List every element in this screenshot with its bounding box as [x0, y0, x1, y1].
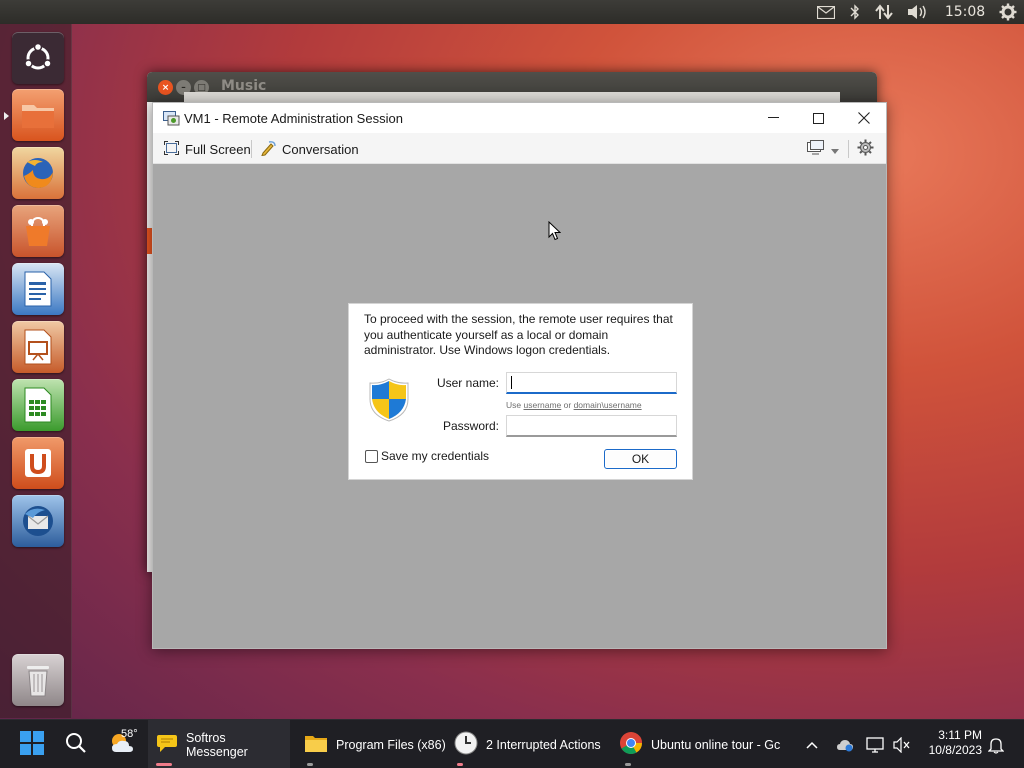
hint-mid: or — [561, 400, 574, 410]
text-caret — [511, 376, 512, 390]
search-icon — [65, 732, 87, 757]
ok-button[interactable]: OK — [604, 449, 677, 469]
username-field[interactable] — [506, 372, 677, 394]
shield-icon — [368, 377, 410, 426]
taskbar-time: 3:11 PM — [938, 728, 982, 742]
mouse-pointer-icon — [548, 220, 562, 245]
ubuntu-launcher — [0, 24, 72, 718]
taskbar-date: 10/8/2023 — [928, 743, 982, 757]
search-button[interactable] — [65, 720, 89, 768]
taskbar-app-interrupted-actions[interactable]: 2 Interrupted Actions — [446, 720, 606, 768]
clock-icon — [454, 731, 478, 758]
running-indicator — [307, 763, 313, 766]
chevron-up-icon — [806, 738, 818, 752]
windows-logo-icon — [20, 731, 44, 758]
hint-prefix: Use — [506, 400, 524, 410]
remote-window-titlebar[interactable]: VM1 - Remote Administration Session — [153, 103, 886, 133]
attention-indicator — [156, 763, 172, 766]
taskbar-app-file-explorer[interactable]: Program Files (x86) — [296, 720, 446, 768]
running-indicator — [625, 763, 631, 766]
softros-messenger-icon — [156, 732, 178, 757]
save-credentials-checkbox[interactable] — [365, 450, 378, 463]
full-screen-label: Full Screen — [185, 141, 251, 157]
taskbar-app-label: Ubuntu online tour - Gc — [651, 737, 781, 752]
taskbar-app-label: 2 Interrupted Actions — [486, 737, 601, 752]
remote-window-title: VM1 - Remote Administration Session — [184, 111, 403, 126]
toolbar-separator — [251, 140, 252, 158]
taskbar-clock[interactable]: 3:11 PM 10/8/2023 — [929, 728, 982, 758]
running-indicator — [4, 112, 9, 120]
toolbar-separator — [848, 140, 849, 158]
panel-clock[interactable]: 15:08 — [942, 3, 988, 21]
password-label: Password: — [442, 419, 499, 433]
network-icon[interactable] — [874, 3, 894, 21]
ubuntu-dash-icon[interactable] — [12, 32, 64, 84]
writer-icon[interactable] — [12, 263, 64, 315]
trash-icon[interactable] — [12, 654, 64, 706]
monitor-icon — [807, 140, 825, 158]
full-screen-icon — [164, 140, 179, 158]
chrome-icon — [619, 731, 643, 758]
calc-icon[interactable] — [12, 379, 64, 431]
settings-button[interactable] — [857, 139, 874, 159]
bluetooth-icon[interactable] — [848, 3, 862, 21]
username-label: User name: — [436, 376, 499, 390]
start-button[interactable] — [20, 720, 46, 768]
chevron-down-icon — [831, 142, 839, 157]
conversation-label: Conversation — [282, 141, 359, 157]
ubuntu-one-icon[interactable] — [12, 437, 64, 489]
maximize-icon[interactable] — [795, 103, 841, 133]
minimize-icon[interactable] — [750, 103, 796, 133]
mail-icon[interactable] — [816, 3, 836, 21]
close-icon[interactable] — [841, 103, 887, 133]
onedrive-icon[interactable] — [836, 720, 854, 768]
gear-icon[interactable] — [998, 3, 1018, 21]
full-screen-button[interactable]: Full Screen — [164, 139, 251, 159]
username-hint: Use username or domain\username — [506, 400, 642, 410]
attention-indicator — [457, 763, 463, 766]
password-field[interactable] — [506, 415, 677, 437]
notifications-bell-icon[interactable] — [988, 720, 1006, 768]
thunderbird-icon[interactable] — [12, 495, 64, 547]
save-credentials-label[interactable]: Save my credentials — [381, 449, 489, 463]
remote-toolbar: Full Screen Conversation — [153, 133, 886, 164]
volume-muted-icon[interactable] — [893, 720, 913, 768]
music-close-icon[interactable]: × — [158, 80, 173, 95]
firefox-icon[interactable] — [12, 147, 64, 199]
conversation-button[interactable]: Conversation — [260, 139, 359, 159]
credentials-dialog: To proceed with the session, the remote … — [348, 303, 693, 480]
hint-username-link: username — [523, 400, 562, 410]
hint-domain-username-link: domain\username — [573, 400, 642, 410]
windows-taskbar: 58° Softros Messenger Program Files (x86… — [0, 719, 1024, 768]
folder-icon — [304, 733, 328, 756]
taskbar-app-chrome[interactable]: Ubuntu online tour - Gc — [611, 720, 783, 768]
weather-temp: 58° — [121, 728, 138, 740]
network-display-icon[interactable] — [866, 720, 886, 768]
software-center-icon[interactable] — [12, 205, 64, 257]
ubuntu-top-panel: 15:08 — [0, 0, 1024, 24]
remote-app-icon — [163, 110, 180, 129]
taskbar-app-softros[interactable]: Softros Messenger — [148, 720, 290, 768]
display-select-button[interactable] — [807, 139, 839, 159]
impress-icon[interactable] — [12, 321, 64, 373]
dialog-message: To proceed with the session, the remote … — [364, 312, 673, 357]
taskbar-app-label: Program Files (x86) — [336, 737, 446, 752]
show-hidden-icons-button[interactable] — [806, 720, 820, 768]
files-icon[interactable] — [12, 89, 64, 141]
conversation-icon — [260, 140, 276, 159]
volume-icon[interactable] — [906, 3, 930, 21]
weather-widget[interactable]: 58° — [108, 720, 140, 768]
gear-icon — [857, 139, 874, 159]
taskbar-app-label: Softros Messenger — [186, 730, 248, 759]
